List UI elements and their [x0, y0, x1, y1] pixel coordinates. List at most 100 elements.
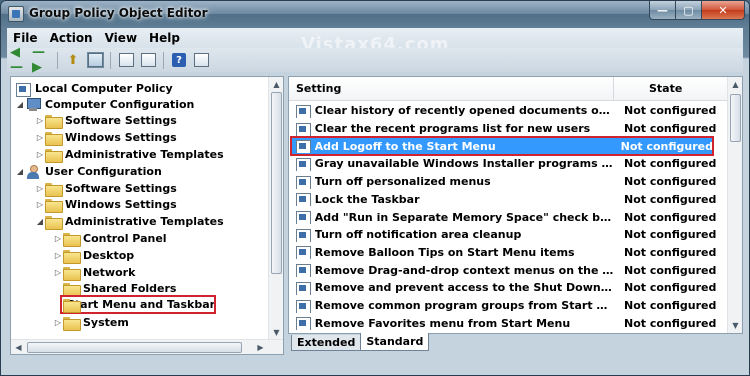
list-item[interactable]: Remove Balloon Tips on Start Menu items … [289, 244, 729, 262]
collapse-arrow-icon[interactable]: ◢ [15, 100, 25, 109]
list-item[interactable]: Remove Drag-and-drop context menus on th… [289, 261, 729, 279]
list-item[interactable]: Clear the recent programs list for new u… [289, 120, 729, 138]
expand-arrow-icon[interactable]: ▷ [35, 150, 45, 159]
scroll-left-arrow-icon[interactable]: ◀ [11, 340, 26, 354]
tree-item-user-windows-settings[interactable]: ▷ Windows Settings [35, 196, 177, 213]
expand-arrow-icon[interactable]: ▷ [53, 318, 63, 327]
menu-view[interactable]: View [99, 31, 143, 45]
title-bar[interactable]: Group Policy Object Editor — ▢ ✕ [1, 1, 749, 27]
tree-item-label: Control Panel [83, 232, 167, 245]
menu-file[interactable]: File [7, 31, 44, 45]
close-button[interactable]: ✕ [702, 1, 745, 20]
list-item[interactable]: Lock the Taskbar Not configured [289, 191, 729, 209]
tree-item-system[interactable]: ▷ System [53, 314, 129, 331]
list-item[interactable]: Remove and prevent access to the Shut Do… [289, 279, 729, 297]
console-tree: Local Computer Policy ◢ Computer Configu… [10, 76, 284, 355]
setting-state: Not configured [624, 104, 717, 118]
tree-item-network[interactable]: ▷ Network [53, 264, 135, 281]
expand-arrow-icon[interactable]: ▷ [53, 251, 63, 260]
column-header-setting[interactable]: Setting [289, 77, 614, 101]
tree-item-start-menu-and-taskbar[interactable]: Start Menu and Taskbar [60, 295, 216, 314]
export-list-button[interactable] [138, 51, 158, 70]
tree-item-label: User Configuration [45, 165, 162, 178]
menu-help[interactable]: Help [143, 31, 186, 45]
list-item[interactable]: Turn off notification area cleanup Not c… [289, 226, 729, 244]
list-item[interactable]: Remove common program groups from Start … [289, 297, 729, 315]
show-hide-action-pane-button[interactable] [191, 51, 211, 70]
window-title: Group Policy Object Editor [29, 6, 208, 20]
tree-item-label: Windows Settings [65, 198, 177, 211]
up-folder-icon[interactable]: ⬆ [63, 51, 83, 70]
setting-state: Not configured [624, 175, 717, 189]
list-item[interactable]: Gray unavailable Windows Installer progr… [289, 155, 729, 173]
tab-standard[interactable]: Standard [360, 333, 430, 351]
tree-item-administrative-templates[interactable]: ▷ Administrative Templates [35, 146, 224, 163]
list-item[interactable]: Clear history of recently opened documen… [289, 102, 729, 120]
scroll-down-arrow-icon[interactable]: ▼ [269, 325, 283, 340]
collapse-arrow-icon[interactable]: ◢ [15, 167, 25, 176]
folder-icon [63, 266, 81, 281]
minimize-button[interactable]: — [649, 1, 676, 20]
setting-name: Turn off notification area cleanup [314, 228, 522, 242]
tree-item-root[interactable]: Local Computer Policy [15, 80, 173, 97]
expand-arrow-icon[interactable]: ▷ [53, 268, 63, 277]
list-vertical-scrollbar[interactable]: ▲ ▼ [727, 77, 742, 333]
toolbar: ◀— —▶ ⬆ ? [7, 45, 743, 75]
folder-icon [63, 316, 81, 331]
expand-arrow-icon[interactable]: ▷ [35, 200, 45, 209]
help-icon: ? [172, 53, 186, 67]
collapse-arrow-icon[interactable]: ◢ [35, 217, 45, 226]
expand-arrow-icon[interactable]: ▷ [53, 234, 63, 243]
setting-state: Not configured [624, 281, 717, 295]
folder-icon [63, 232, 81, 247]
forward-arrow-icon[interactable]: —▶ [32, 45, 52, 75]
tree-item-desktop[interactable]: ▷ Desktop [53, 247, 134, 264]
scroll-down-arrow-icon[interactable]: ▼ [728, 318, 742, 333]
console-tree-icon [86, 52, 104, 68]
expand-arrow-icon[interactable]: ▷ [35, 116, 45, 125]
scrollbar-thumb[interactable] [271, 92, 282, 274]
tree-item-user-administrative-templates[interactable]: ◢ Administrative Templates [35, 213, 224, 230]
policy-setting-icon [295, 192, 311, 207]
scroll-up-arrow-icon[interactable]: ▲ [269, 77, 283, 92]
tree-horizontal-scrollbar[interactable]: ◀ ▶ [11, 339, 283, 354]
expand-arrow-icon[interactable]: ▷ [35, 133, 45, 142]
folder-icon [63, 249, 81, 264]
list-item[interactable]: Add "Run in Separate Memory Space" check… [289, 208, 729, 226]
gpedit-app-icon [8, 6, 24, 22]
maximize-button[interactable]: ▢ [676, 1, 702, 20]
scroll-up-arrow-icon[interactable]: ▲ [728, 77, 742, 92]
menu-action[interactable]: Action [44, 31, 99, 45]
settings-list: Setting State Clear history of recently … [288, 76, 743, 334]
scrollbar-thumb[interactable] [27, 342, 242, 353]
tab-extended[interactable]: Extended [291, 335, 362, 351]
column-header-state[interactable]: State [614, 82, 682, 95]
list-item[interactable]: Turn off personalized menus Not configur… [289, 173, 729, 191]
policy-setting-icon [295, 316, 311, 331]
setting-name: Remove Drag-and-drop context menus on th… [314, 263, 614, 277]
list-item-selected[interactable]: Add Logoff to the Start Menu Not configu… [290, 136, 714, 157]
tree-vertical-scrollbar[interactable]: ▲ ▼ [268, 77, 283, 340]
tree-item-shared-folders[interactable]: Shared Folders [53, 280, 176, 297]
list-item[interactable]: Remove Favorites menu from Start Menu No… [289, 314, 729, 332]
tree-item-user-software-settings[interactable]: ▷ Software Settings [35, 180, 177, 197]
properties-button[interactable] [116, 51, 136, 70]
setting-cell: Remove and prevent access to the Shut Do… [289, 281, 614, 295]
scroll-right-arrow-icon[interactable]: ▶ [253, 340, 268, 354]
tree-item-software-settings[interactable]: ▷ Software Settings [35, 112, 177, 129]
minimize-icon: — [657, 3, 668, 17]
setting-cell: Remove common program groups from Start … [289, 299, 614, 313]
help-button[interactable]: ? [169, 51, 189, 70]
scrollbar-thumb[interactable] [730, 94, 741, 142]
expand-arrow-icon[interactable]: ▷ [35, 184, 45, 193]
action-pane-icon [193, 53, 209, 67]
tree-item-user-configuration[interactable]: ◢ User Configuration [15, 163, 162, 180]
tree-item-computer-configuration[interactable]: ◢ Computer Configuration [15, 96, 194, 113]
policy-setting-icon [295, 122, 311, 136]
back-arrow-icon[interactable]: ◀— [10, 45, 30, 75]
show-hide-tree-button[interactable] [85, 51, 105, 70]
tree-item-control-panel[interactable]: ▷ Control Panel [53, 230, 167, 247]
tree-item-label: Administrative Templates [65, 215, 224, 228]
setting-cell: Remove Favorites menu from Start Menu [289, 316, 614, 331]
tree-item-windows-settings[interactable]: ▷ Windows Settings [35, 129, 177, 146]
